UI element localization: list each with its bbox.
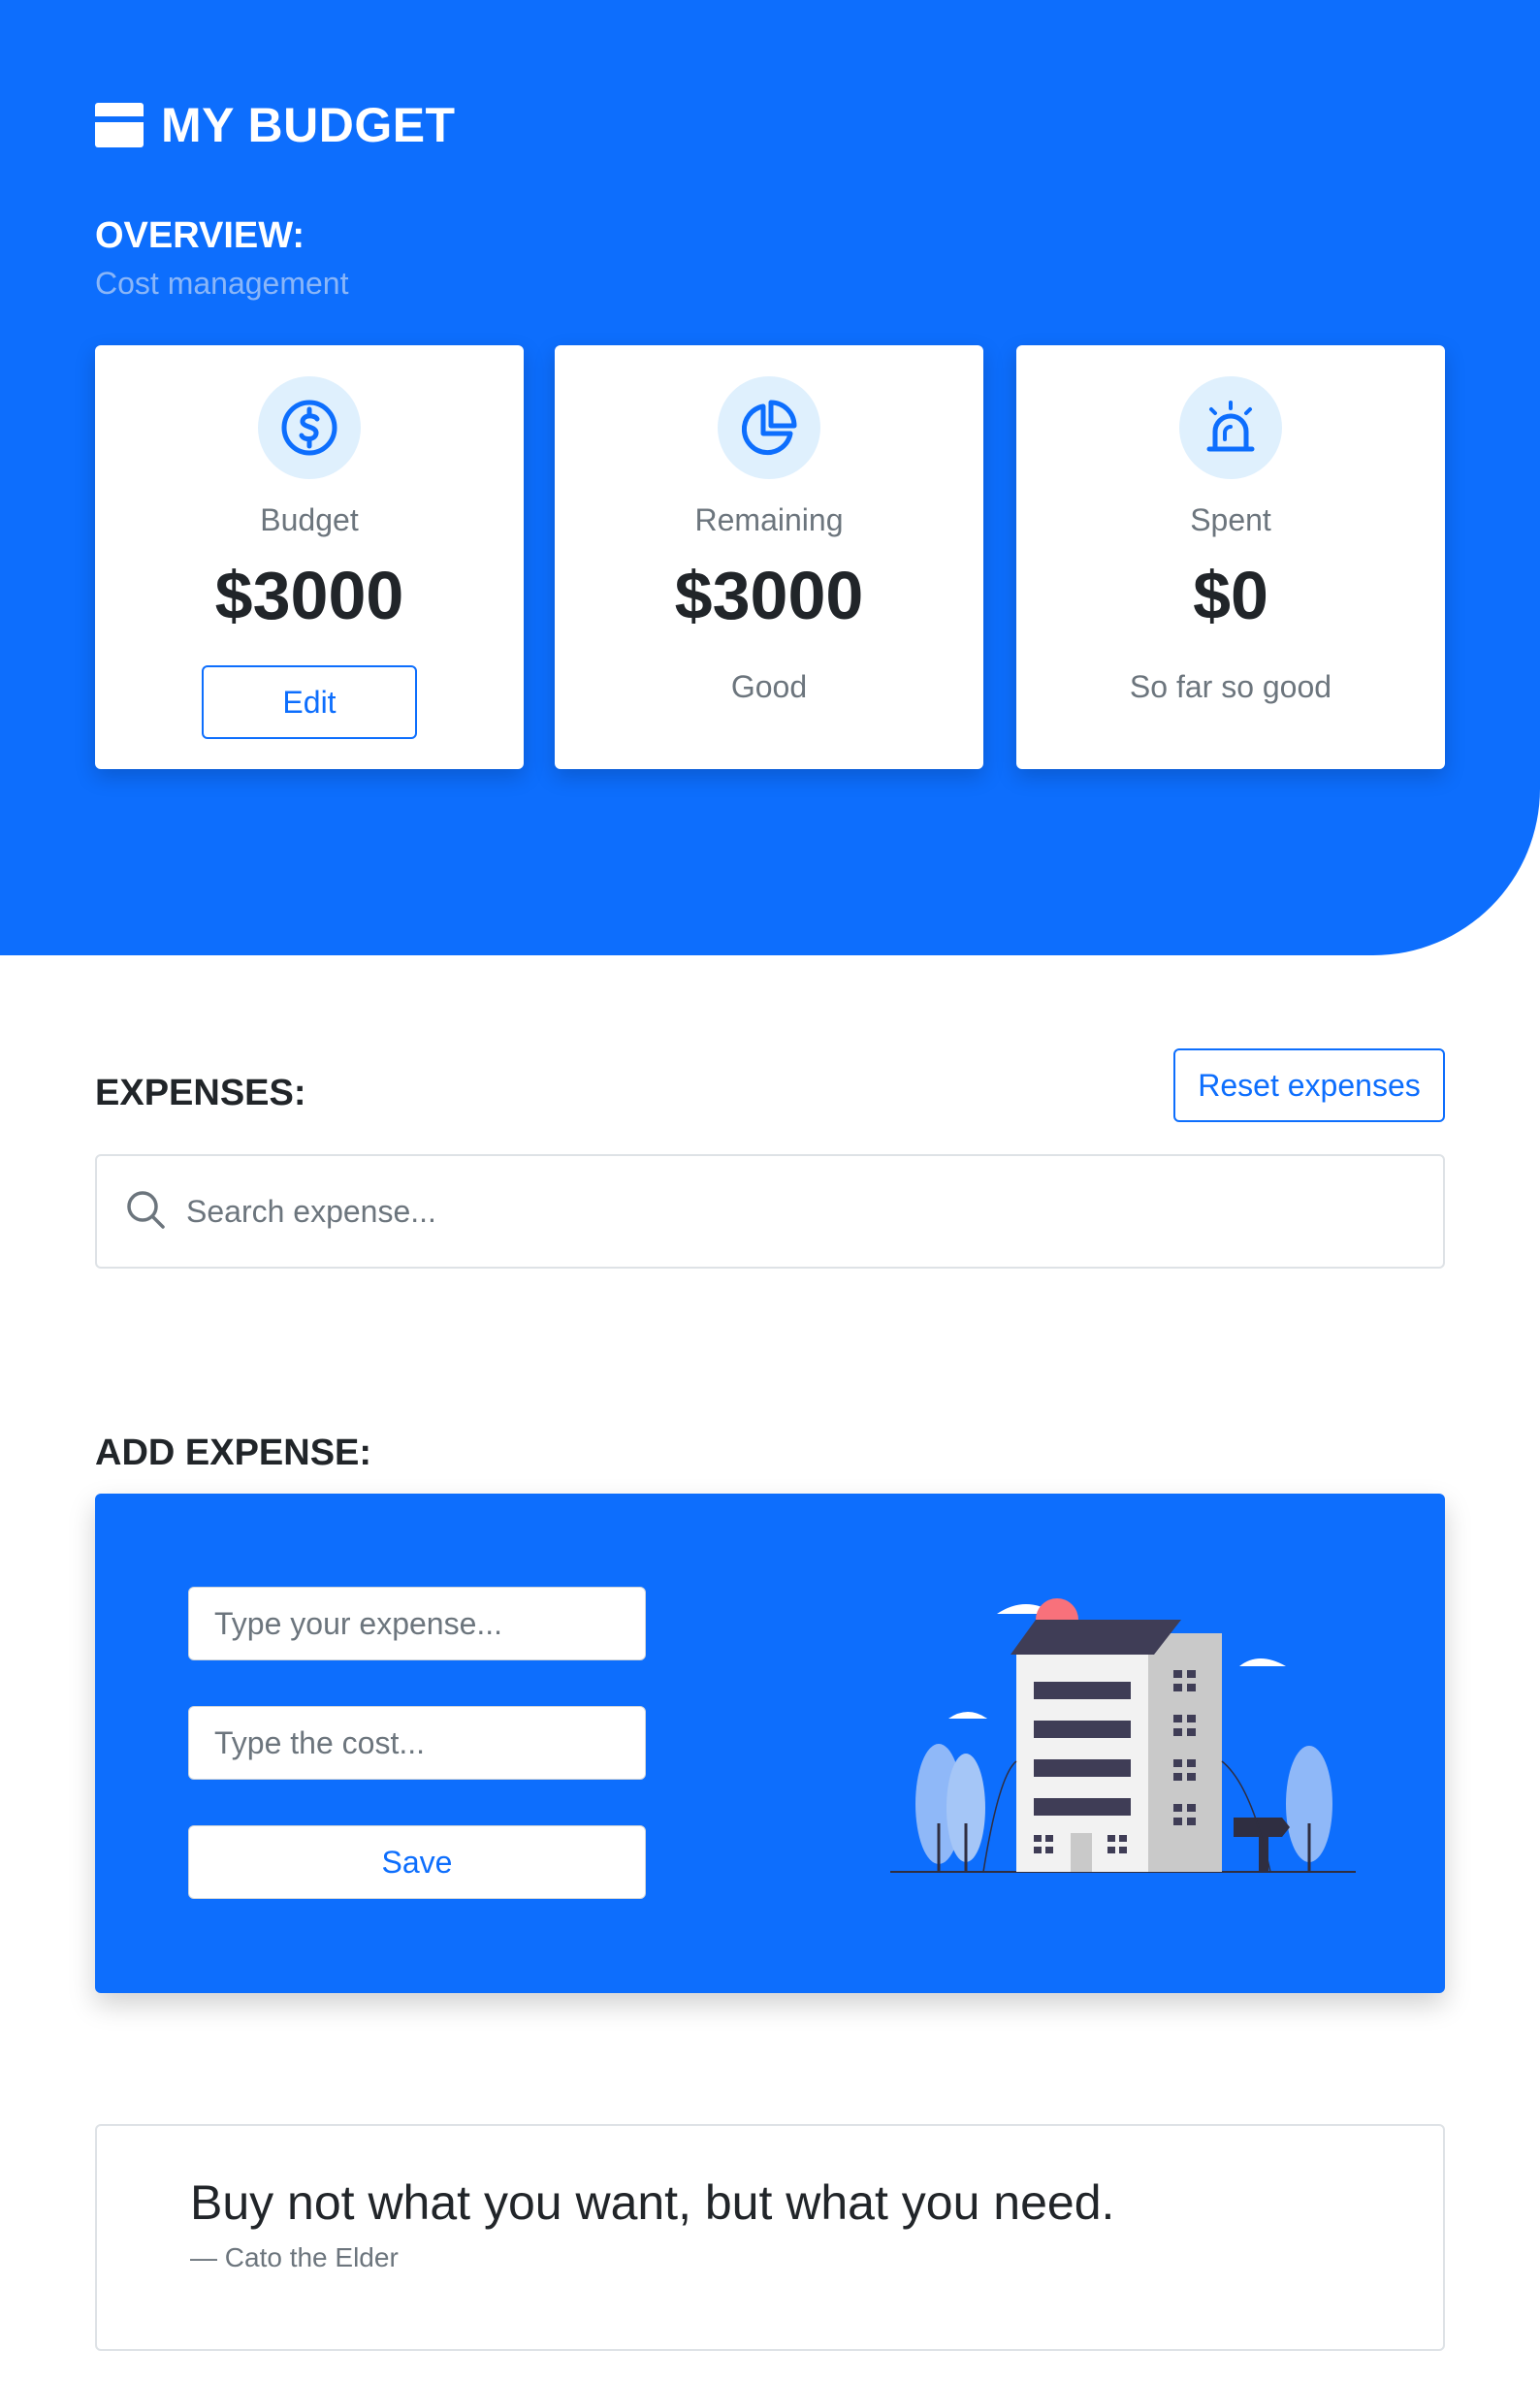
remaining-amount: $3000 bbox=[674, 558, 864, 633]
brand: MY BUDGET bbox=[95, 97, 456, 153]
wallet-icon bbox=[95, 103, 144, 147]
reset-expenses-button[interactable]: Reset expenses bbox=[1173, 1048, 1445, 1122]
remaining-status: Good bbox=[730, 669, 808, 704]
add-expense-panel: Type your expense... Type the cost... Sa… bbox=[95, 1494, 1445, 1993]
budget-amount: $3000 bbox=[214, 558, 404, 633]
quote-author: — Cato the Elder bbox=[190, 2242, 399, 2272]
quote-text: Buy not what you want, but what you need… bbox=[190, 2175, 1115, 2230]
spent-card: Spent $0 So far so good bbox=[1016, 345, 1445, 769]
dollar-icon bbox=[258, 376, 361, 479]
budget-card: Budget $3000 Edit bbox=[95, 345, 524, 769]
search-placeholder: Search expense... bbox=[186, 1193, 436, 1229]
save-button[interactable]: Save bbox=[188, 1825, 646, 1899]
remaining-label: Remaining bbox=[694, 502, 844, 537]
search-input[interactable]: Search expense... bbox=[95, 1154, 1445, 1269]
alarm-icon bbox=[1179, 376, 1282, 479]
app-title: MY BUDGET bbox=[161, 98, 456, 152]
edit-budget-button[interactable]: Edit bbox=[202, 665, 417, 739]
expense-cost-input[interactable]: Type the cost... bbox=[188, 1706, 646, 1780]
add-expense-title: ADD EXPENSE: bbox=[95, 1432, 372, 1473]
hero-banner: MY BUDGET OVERVIEW: Cost management Budg… bbox=[0, 0, 1540, 955]
search-icon bbox=[124, 1188, 167, 1236]
building-illustration bbox=[890, 1591, 1375, 1882]
remaining-card: Remaining $3000 Good bbox=[555, 345, 983, 769]
spent-label: Spent bbox=[1190, 502, 1271, 537]
expenses-title: EXPENSES: bbox=[95, 1073, 306, 1113]
quote-card: Buy not what you want, but what you need… bbox=[95, 2124, 1445, 2351]
expense-name-placeholder: Type your expense... bbox=[214, 1605, 503, 1641]
spent-amount: $0 bbox=[1193, 558, 1268, 633]
budget-label: Budget bbox=[260, 502, 359, 537]
expense-name-input[interactable]: Type your expense... bbox=[188, 1587, 646, 1660]
spent-status: So far so good bbox=[1129, 669, 1332, 704]
expense-cost-placeholder: Type the cost... bbox=[214, 1724, 425, 1760]
overview-subtitle: Cost management bbox=[95, 266, 349, 301]
pie-chart-icon bbox=[718, 376, 820, 479]
overview-title: OVERVIEW: bbox=[95, 215, 305, 256]
